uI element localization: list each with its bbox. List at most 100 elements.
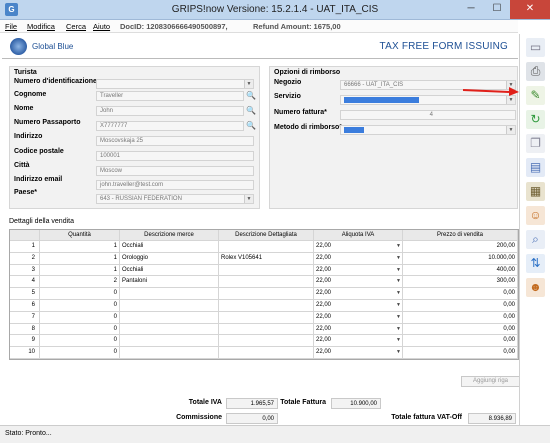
table-cell[interactable] xyxy=(120,288,219,299)
table-row[interactable]: 4 2 Pantaloni 22,00 ▼ 300,00 xyxy=(10,276,518,289)
chevron-down-icon[interactable]: ▼ xyxy=(396,301,401,310)
table-cell[interactable]: Pantaloni xyxy=(120,276,219,288)
table-cell[interactable]: 22,00 ▼ xyxy=(314,241,403,252)
chevron-down-icon[interactable]: ▼ xyxy=(396,277,401,286)
metodo-select[interactable]: ▼ xyxy=(340,125,516,135)
table-cell[interactable]: Orologgio xyxy=(120,252,219,264)
id-type-select[interactable]: ▼ xyxy=(96,79,254,89)
chevron-down-icon[interactable]: ▼ xyxy=(396,266,401,275)
citta-field[interactable]: Moscow xyxy=(96,166,254,176)
table-cell[interactable]: 22,00 ▼ xyxy=(314,311,403,323)
search-document-icon[interactable]: ⌕ xyxy=(526,230,545,249)
table-cell[interactable] xyxy=(219,288,314,299)
table-cell[interactable]: 22,00 ▼ xyxy=(314,347,403,358)
passaporto-field[interactable]: X7777777 xyxy=(96,121,244,131)
table-cell[interactable] xyxy=(219,323,314,335)
chevron-down-icon[interactable]: ▼ xyxy=(396,289,401,298)
chevron-down-icon[interactable]: ▼ xyxy=(396,313,401,322)
minimize-button[interactable]: ─ xyxy=(458,0,484,19)
table-cell[interactable]: Occhiali xyxy=(120,241,219,252)
table-cell[interactable]: 0,00 xyxy=(403,288,518,299)
table-cell[interactable] xyxy=(219,276,314,288)
edit-icon[interactable]: ✎ xyxy=(526,86,545,105)
chevron-down-icon[interactable]: ▼ xyxy=(396,336,401,345)
table-cell[interactable]: 0 xyxy=(40,347,120,358)
table-cell[interactable]: 0 xyxy=(40,335,120,347)
paese-select[interactable]: 643 - RUSSIAN FEDERATION ▼ xyxy=(96,194,254,204)
table-cell[interactable]: 2 xyxy=(40,276,120,288)
menu-file[interactable]: File xyxy=(5,22,17,31)
table-row[interactable]: 10 0 22,00 ▼ 0,00 xyxy=(10,347,518,359)
menu-cerca[interactable]: Cerca xyxy=(66,22,86,31)
table-row[interactable]: 9 0 22,00 ▼ 0,00 xyxy=(10,335,518,348)
table-row[interactable]: 1 1 Occhiali 22,00 ▼ 200,00 xyxy=(10,241,518,253)
table-cell[interactable]: 400,00 xyxy=(403,264,518,276)
table-cell[interactable]: 0,00 xyxy=(403,299,518,311)
table-cell[interactable]: 22,00 ▼ xyxy=(314,335,403,347)
table-cell[interactable]: 0 xyxy=(40,323,120,335)
chevron-down-icon[interactable]: ▼ xyxy=(396,325,401,334)
table-cell[interactable]: Occhiali xyxy=(120,264,219,276)
chevron-down-icon[interactable]: ▼ xyxy=(396,348,401,357)
table-row[interactable]: 7 0 22,00 ▼ 0,00 xyxy=(10,311,518,324)
table-cell[interactable]: 0 xyxy=(40,288,120,299)
table-cell[interactable]: 1 xyxy=(40,264,120,276)
fattura-field[interactable]: 4 xyxy=(340,110,516,120)
copy-icon[interactable]: ❐ xyxy=(526,134,545,153)
table-cell[interactable]: 0,00 xyxy=(403,335,518,347)
table-row[interactable]: 6 0 22,00 ▼ 0,00 xyxy=(10,299,518,312)
cash-icon[interactable]: ▦ xyxy=(526,182,545,201)
printer-icon[interactable]: ⎙ xyxy=(526,62,545,81)
table-row[interactable]: 2 1 Orologgio Rolex V105641 22,00 ▼ 10.000,00 xyxy=(10,252,518,265)
nome-field[interactable]: John xyxy=(96,106,244,116)
table-cell[interactable]: Rolex V105641 xyxy=(219,252,314,264)
table-cell[interactable]: 1 xyxy=(40,241,120,252)
table-cell[interactable]: 22,00 ▼ xyxy=(314,323,403,335)
table-cell[interactable]: 200,00 xyxy=(403,241,518,252)
maximize-button[interactable]: ☐ xyxy=(484,0,510,19)
chevron-down-icon[interactable]: ▼ xyxy=(396,254,401,263)
documents-icon[interactable]: ▤ xyxy=(526,158,545,177)
table-cell[interactable]: 0,00 xyxy=(403,347,518,358)
table-cell[interactable]: 300,00 xyxy=(403,276,518,288)
cognome-field[interactable]: Traveller xyxy=(96,91,244,101)
table-cell[interactable]: 10.000,00 xyxy=(403,252,518,264)
table-cell[interactable]: 22,00 ▼ xyxy=(314,276,403,288)
table-cell[interactable] xyxy=(120,347,219,358)
table-row[interactable]: 3 1 Occhiali 22,00 ▼ 400,00 xyxy=(10,264,518,277)
sync-icon[interactable]: ⇅ xyxy=(526,254,545,273)
search-icon[interactable]: 🔍 xyxy=(246,106,256,116)
table-cell[interactable] xyxy=(120,323,219,335)
table-cell[interactable]: 1 xyxy=(40,252,120,264)
table-row[interactable]: 8 0 22,00 ▼ 0,00 xyxy=(10,323,518,336)
new-document-icon[interactable]: ▭ xyxy=(526,38,545,57)
menu-modifica[interactable]: Modifica xyxy=(27,22,55,31)
table-cell[interactable]: 0,00 xyxy=(403,311,518,323)
refresh-icon[interactable]: ↻ xyxy=(526,110,545,129)
table-cell[interactable] xyxy=(219,311,314,323)
table-cell[interactable] xyxy=(219,264,314,276)
table-cell[interactable] xyxy=(219,335,314,347)
table-cell[interactable] xyxy=(120,335,219,347)
table-cell[interactable] xyxy=(120,299,219,311)
table-cell[interactable]: 0 xyxy=(40,311,120,323)
table-cell[interactable]: 22,00 ▼ xyxy=(314,288,403,299)
user-add-icon[interactable]: ☻ xyxy=(526,278,545,297)
menu-aiuto[interactable]: Aiuto xyxy=(93,22,110,31)
table-cell[interactable]: 0 xyxy=(40,299,120,311)
email-field[interactable]: john.traveller@test.com xyxy=(96,180,254,190)
cap-field[interactable]: 100001 xyxy=(96,151,254,161)
user-icon[interactable]: ☺ xyxy=(526,206,545,225)
table-cell[interactable] xyxy=(219,299,314,311)
table-cell[interactable]: 0,00 xyxy=(403,323,518,335)
add-row-button[interactable]: Aggiungi riga xyxy=(461,376,520,387)
indirizzo-field[interactable]: Moscovskaja 25 xyxy=(96,136,254,146)
table-cell[interactable]: 22,00 ▼ xyxy=(314,264,403,276)
table-row[interactable]: 5 0 22,00 ▼ 0,00 xyxy=(10,288,518,300)
table-cell[interactable]: 22,00 ▼ xyxy=(314,299,403,311)
search-icon[interactable]: 🔍 xyxy=(246,91,256,101)
search-icon[interactable]: 🔍 xyxy=(246,121,256,131)
table-cell[interactable] xyxy=(219,241,314,252)
table-cell[interactable] xyxy=(219,347,314,358)
table-cell[interactable] xyxy=(120,311,219,323)
